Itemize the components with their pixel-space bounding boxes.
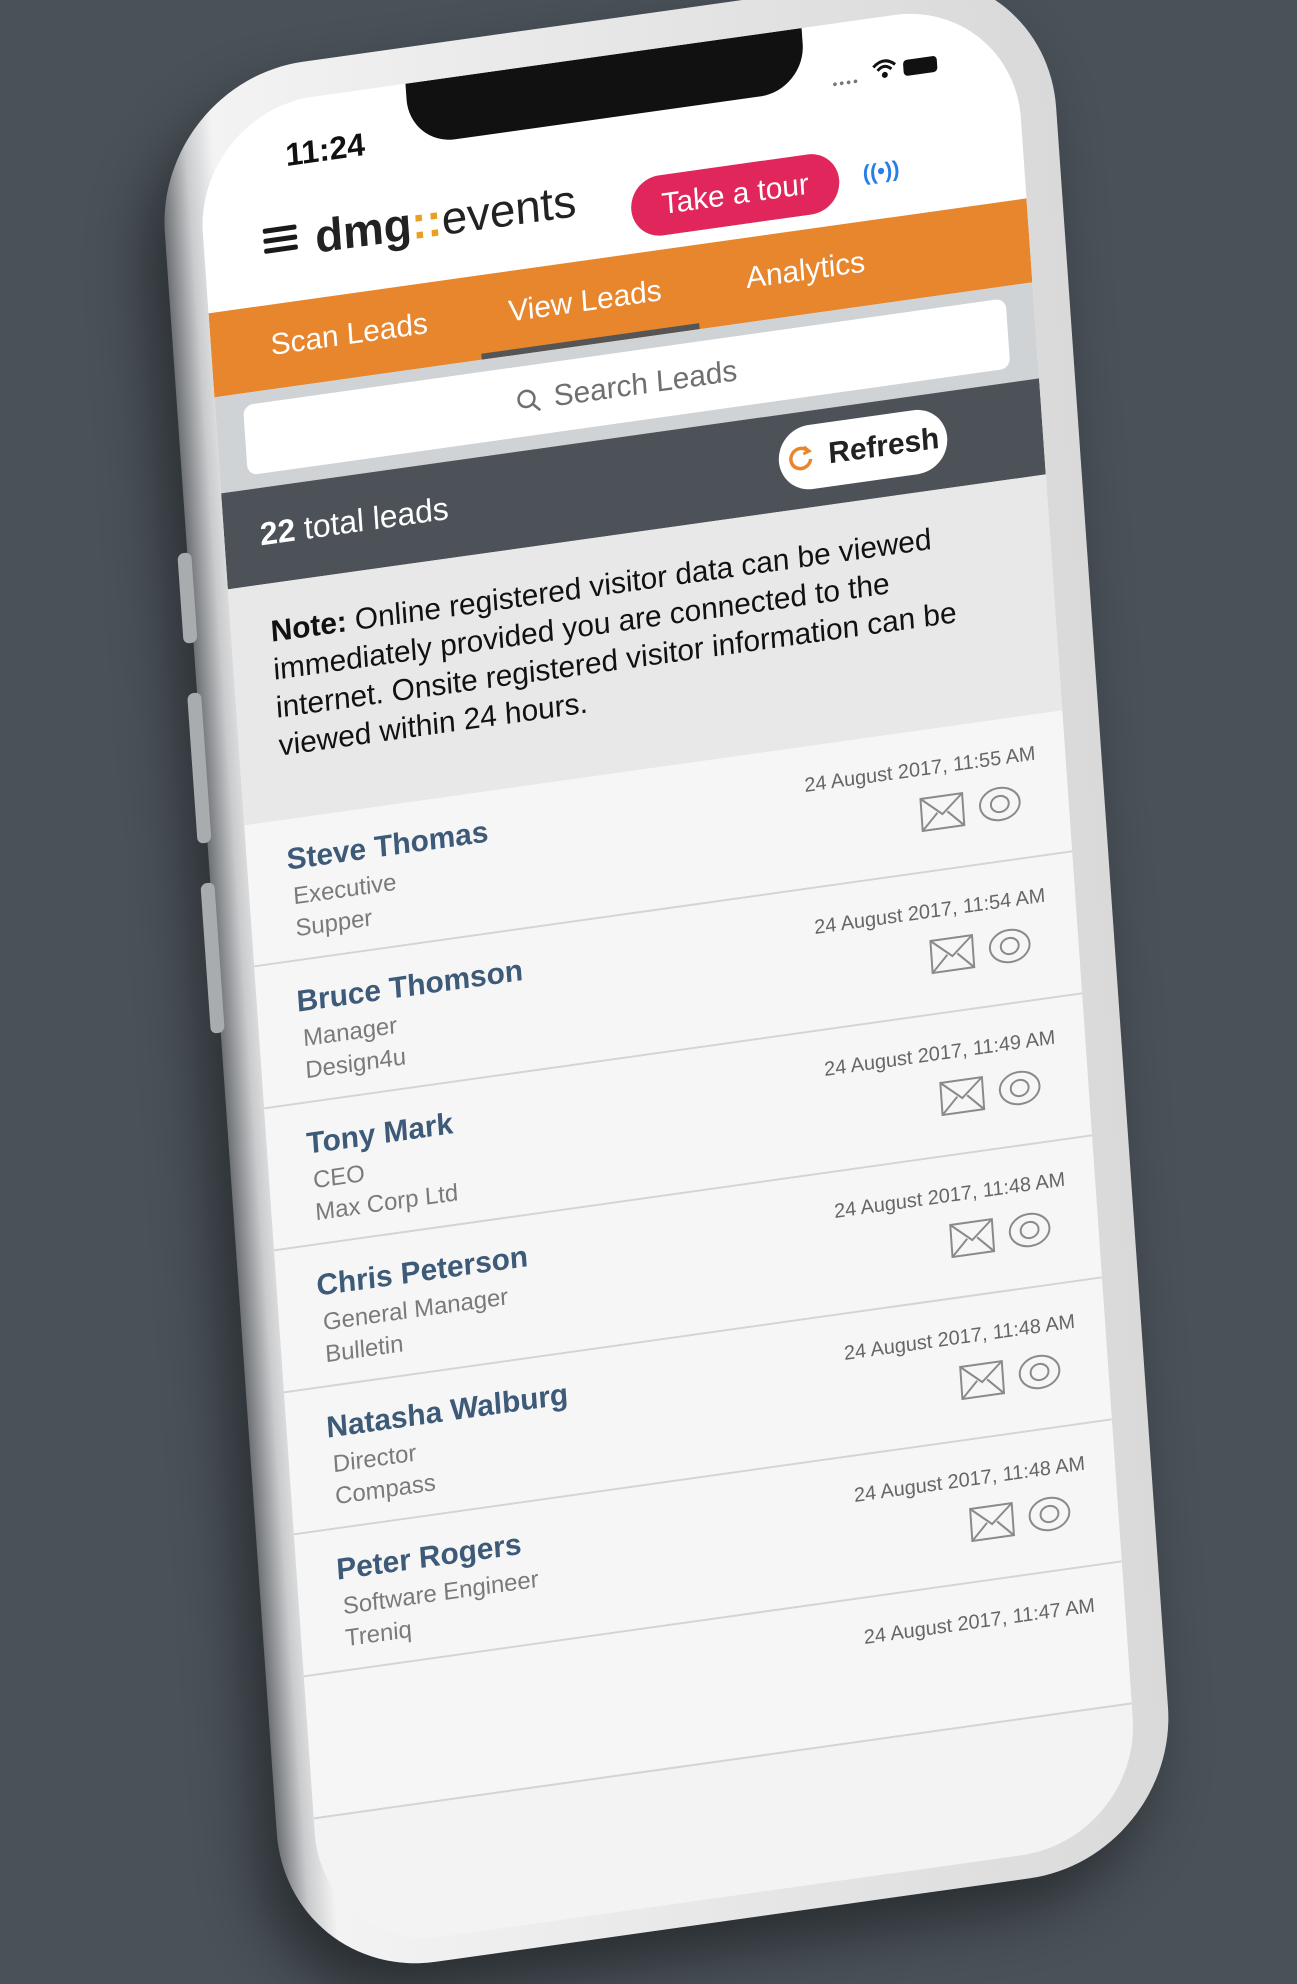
logo-bold: dmg [313,197,414,263]
lead-company: Treniq [344,1615,413,1653]
mail-icon[interactable] [928,931,976,977]
lead-actions [958,1348,1070,1403]
logo-separator: :: [409,192,444,250]
lead-timestamp: 24 August 2017, 11:47 AM [863,1594,1096,1650]
eye-icon[interactable] [986,923,1034,969]
mail-icon[interactable] [918,789,966,835]
eye-icon[interactable] [1005,1207,1053,1253]
lead-title: Executive [292,868,398,911]
tab-view-leads[interactable]: View Leads [507,274,662,330]
mail-icon[interactable] [948,1215,996,1261]
signal-dots-icon: •••• [831,72,861,93]
mail-icon[interactable] [968,1499,1016,1545]
lead-actions [968,1490,1080,1545]
app-logo: dmg::events [313,173,577,264]
phone-mockup: 11:24 •••• dmg::events Take a tour ((•)) [154,0,1179,1983]
leads-list: Steve Thomas Executive Supper 24 August … [244,710,1132,1820]
eye-icon[interactable] [1015,1349,1063,1395]
logo-text: events [439,174,578,245]
phone-screen: 11:24 •••• dmg::events Take a tour ((•)) [194,0,1142,1954]
tab-analytics[interactable]: Analytics [745,245,866,296]
lead-company: Bulletin [324,1330,405,1369]
refresh-label: Refresh [827,421,941,471]
lead-actions [938,1064,1050,1119]
take-a-tour-button[interactable]: Take a tour [629,150,842,240]
lead-actions [928,922,1040,977]
lead-name: Tony Mark [305,1107,455,1161]
mail-icon[interactable] [958,1357,1006,1403]
total-leads-label: total leads [302,489,450,547]
note-label: Note: [269,605,348,649]
lead-title: CEO [312,1159,366,1195]
eye-icon[interactable] [996,1065,1044,1111]
lead-name: Steve Thomas [285,815,490,877]
lead-company: Supper [294,904,374,943]
lead-name: Natasha Walburg [325,1377,570,1445]
refresh-icon [789,445,813,471]
mail-icon[interactable] [938,1073,986,1119]
status-time: 11:24 [284,125,367,174]
lead-actions [948,1206,1060,1261]
status-icons: •••• [831,51,942,92]
eye-icon[interactable] [1025,1491,1073,1537]
tab-scan-leads[interactable]: Scan Leads [270,307,429,363]
battery-icon [902,55,938,77]
lead-actions [918,780,1030,835]
refresh-button[interactable]: Refresh [776,405,950,494]
wifi-icon [872,59,897,78]
menu-icon[interactable] [262,224,299,255]
search-icon [517,389,542,412]
broadcast-icon[interactable]: ((•)) [862,156,900,187]
lead-name: Bruce Thomson [295,953,524,1019]
total-leads-count: 22 [258,511,297,553]
eye-icon[interactable] [976,781,1024,827]
search-placeholder: Search Leads [552,354,739,414]
total-leads-text: 22 total leads [259,490,450,553]
